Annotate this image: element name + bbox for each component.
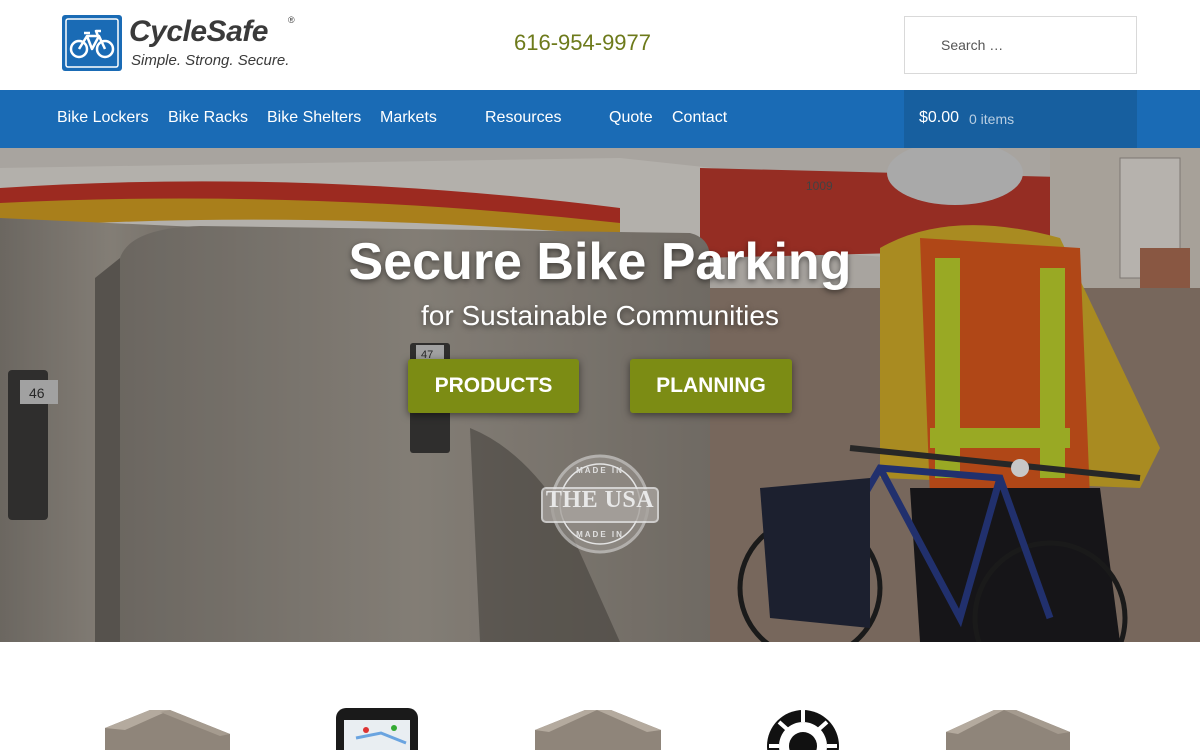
made-in-usa-badge: MADE IN THE USA MADE IN [540,454,660,554]
nav-item-resources[interactable]: Resources [485,109,561,127]
cart-button[interactable]: $0.00 0 items [904,90,1137,148]
locker-icon[interactable] [100,708,234,750]
site-header: CycleSafe ® Simple. Strong. Secure. 616-… [0,0,1200,90]
phone-number[interactable]: 616-954-9977 [514,30,651,56]
locker-row-icon[interactable] [946,708,1070,750]
brand-tagline: Simple. Strong. Secure. [131,52,290,69]
cart-count: 0 items [969,111,1015,127]
phone-app-icon[interactable] [336,708,418,750]
nav-item-bike-shelters[interactable]: Bike Shelters [267,109,361,127]
main-navigation: Bike Lockers Bike Racks Bike Shelters Ma… [0,90,1200,148]
nav-item-quote[interactable]: Quote [609,109,653,127]
wheel-rack-icon[interactable] [766,708,840,750]
badge-main-text: THE USA [545,487,655,513]
cart-total: $0.00 [919,109,960,126]
hero-subtitle: for Sustainable Communities [421,300,779,331]
brand-name: CycleSafe [129,15,268,48]
nav-item-contact[interactable]: Contact [672,109,727,127]
double-locker-icon[interactable] [535,708,661,750]
nav-item-bike-racks[interactable]: Bike Racks [168,109,248,127]
hero-photo: 46 47 1009 [0,148,1200,642]
nav-item-markets[interactable]: Markets [380,109,437,127]
product-category-strip [0,642,1200,750]
registered-mark: ® [288,15,295,25]
search-input[interactable] [904,16,1137,74]
hero-banner: 46 47 1009 Secure Bike Parking for Susta… [0,148,1200,642]
badge-bottom-text: MADE IN [576,530,624,539]
badge-top-text: MADE IN [576,466,624,475]
planning-button[interactable]: PLANNING [630,359,792,413]
cyclesafe-logo[interactable]: CycleSafe ® Simple. Strong. Secure. [62,15,302,71]
bicycle-icon [62,15,122,71]
products-button[interactable]: PRODUCTS [408,359,579,413]
nav-item-bike-lockers[interactable]: Bike Lockers [57,109,149,127]
hero-title: Secure Bike Parking [348,233,852,291]
